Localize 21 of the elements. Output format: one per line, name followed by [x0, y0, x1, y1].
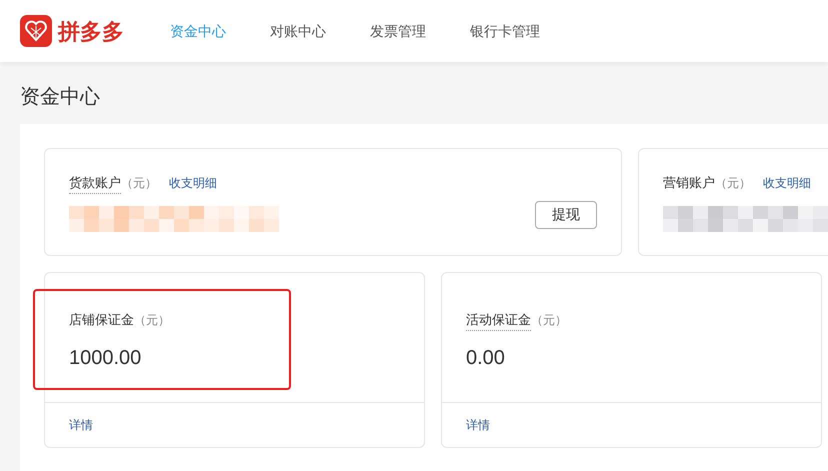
logo-icon — [20, 15, 52, 47]
page-title: 资金中心 — [19, 85, 101, 110]
account-label: 营销账户 — [663, 174, 715, 192]
unit-label: （元） — [134, 312, 170, 330]
unit-label: （元） — [715, 175, 751, 192]
account-label: 店铺保证金 — [69, 311, 134, 329]
withdraw-button[interactable]: 提现 — [535, 200, 597, 228]
nav-tab[interactable]: 对账中心 — [270, 20, 326, 42]
nav-tab[interactable]: 发票管理 — [370, 20, 426, 42]
nav-tab[interactable]: 银行卡管理 — [470, 20, 540, 42]
brand-name: 拼多多 — [58, 18, 124, 46]
amount-value: 0.00 — [466, 346, 506, 370]
account-label: 货款账户 — [69, 173, 121, 194]
unit-label: （元） — [531, 312, 567, 330]
details-link[interactable]: 收支明细 — [763, 174, 811, 192]
details-link[interactable]: 详情 — [466, 416, 490, 434]
account-label: 活动保证金 — [466, 310, 531, 330]
details-link[interactable]: 收支明细 — [169, 174, 217, 192]
details-link[interactable]: 详情 — [69, 416, 93, 434]
unit-label: （元） — [121, 175, 157, 192]
amount-value: 1000.00 — [69, 346, 142, 370]
